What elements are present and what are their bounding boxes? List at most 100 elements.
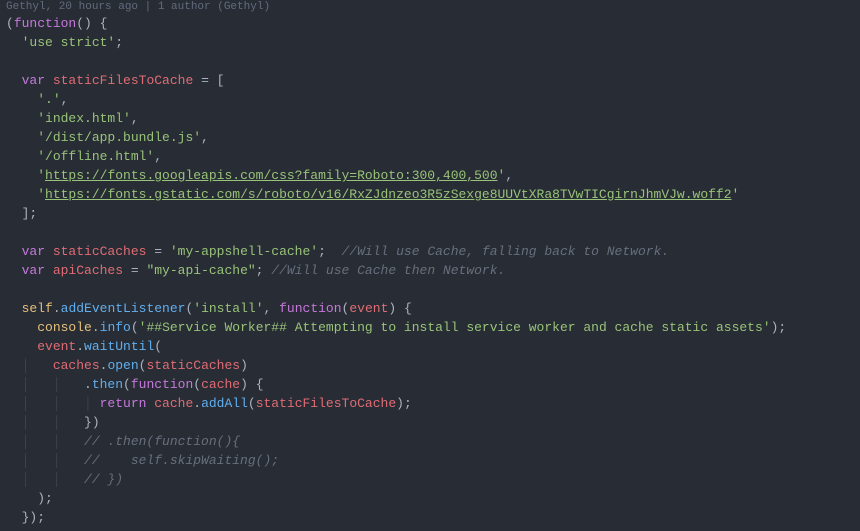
paren: ( (76, 16, 84, 31)
code-line: │ │ .then(function(cache) { (6, 375, 860, 394)
indent-guide (6, 339, 37, 354)
code-line: '/offline.html', (6, 147, 860, 166)
string-literal: '.' (37, 92, 60, 107)
method: waitUntil (84, 339, 154, 354)
identifier: caches (53, 358, 100, 373)
brace: { (404, 301, 412, 316)
string-literal: "my-api-cache" (146, 263, 255, 278)
dot: . (84, 377, 92, 392)
semi: ; (318, 244, 326, 259)
keyword-function: function (14, 16, 76, 31)
paren: ( (193, 377, 201, 392)
dot: . (76, 339, 84, 354)
keyword-function: function (279, 301, 341, 316)
comma: , (201, 130, 209, 145)
url-link[interactable]: https://fonts.googleapis.com/css?family=… (45, 168, 497, 183)
method: open (107, 358, 138, 373)
paren: ( (6, 16, 14, 31)
comment: //Will use Cache, falling back to Networ… (342, 244, 670, 259)
indent-guide (6, 320, 37, 335)
paren: ( (154, 339, 162, 354)
indent-guide (6, 510, 22, 525)
code-line: 'https://fonts.gstatic.com/s/roboto/v16/… (6, 185, 860, 204)
indent-guide (6, 491, 37, 506)
operator-eq: = (146, 244, 169, 259)
keyword-return: return (100, 396, 147, 411)
identifier: cache (201, 377, 240, 392)
code-line: │ │ // .then(function(){ (6, 432, 860, 451)
indent-guide (6, 111, 37, 126)
semi: ; (778, 320, 786, 335)
indent-guide (6, 206, 22, 221)
comment: // }) (84, 472, 123, 487)
identifier: cache (154, 396, 193, 411)
paren: ( (248, 396, 256, 411)
code-line: │ caches.open(staticCaches) (6, 356, 860, 375)
paren: ) (396, 396, 404, 411)
code-line: }); (6, 508, 860, 527)
identifier: event (349, 301, 388, 316)
indent-guide (6, 244, 22, 259)
indent-guide (6, 187, 37, 202)
string-quote: ' (732, 187, 740, 202)
code-line: │ │ // self.skipWaiting(); (6, 451, 860, 470)
string-literal: 'install' (193, 301, 263, 316)
paren: ) (240, 377, 248, 392)
operator-eq: = (193, 73, 216, 88)
code-line: ); (6, 489, 860, 508)
method: addEventListener (61, 301, 186, 316)
code-line: '/dist/app.bundle.js', (6, 128, 860, 147)
indent-guide (6, 73, 22, 88)
code-line: (function() { (6, 14, 860, 33)
dot: . (193, 396, 201, 411)
method: addAll (201, 396, 248, 411)
indent-guide (6, 263, 22, 278)
indent-guide: │ │ (6, 453, 84, 468)
paren: ) (84, 16, 92, 31)
indent-guide: │ │ (6, 415, 84, 430)
identifier: apiCaches (53, 263, 123, 278)
code-editor[interactable]: (function() { 'use strict'; var staticFi… (0, 14, 860, 527)
code-line: console.info('##Service Worker## Attempt… (6, 318, 860, 337)
semi: ; (404, 396, 412, 411)
semi: ; (29, 206, 37, 221)
brace: } (84, 415, 92, 430)
indent-guide: │ (6, 358, 53, 373)
dot: . (53, 301, 61, 316)
code-line: 'use strict'; (6, 33, 860, 52)
paren: ( (123, 377, 131, 392)
bracket: [ (217, 73, 225, 88)
indent-guide: │ │ │ (6, 396, 100, 411)
code-line: var apiCaches = "my-api-cache"; //Will u… (6, 261, 860, 280)
string-use-strict: 'use strict' (22, 35, 116, 50)
identifier-self: self (22, 301, 53, 316)
code-line: │ │ │ return cache.addAll(staticFilesToC… (6, 394, 860, 413)
identifier: event (37, 339, 76, 354)
codelens-annotation[interactable]: Gethyl, 20 hours ago | 1 author (Gethyl) (0, 0, 860, 14)
comment: // self.skipWaiting(); (84, 453, 279, 468)
comma: , (131, 111, 139, 126)
indent-guide (6, 168, 37, 183)
paren: ( (131, 320, 139, 335)
code-line-empty (6, 280, 860, 299)
keyword-var: var (22, 244, 45, 259)
identifier: staticFilesToCache (256, 396, 396, 411)
code-line: ]; (6, 204, 860, 223)
identifier: console (37, 320, 92, 335)
string-literal: '##Service Worker## Attempting to instal… (139, 320, 771, 335)
space (92, 16, 100, 31)
semi: ; (45, 491, 53, 506)
operator-eq: = (123, 263, 146, 278)
paren: ) (37, 491, 45, 506)
keyword-var: var (22, 73, 45, 88)
string-literal: 'my-appshell-cache' (170, 244, 318, 259)
string-literal: '/dist/app.bundle.js' (37, 130, 201, 145)
semi: ; (37, 510, 45, 525)
indent-guide (6, 92, 37, 107)
keyword-var: var (22, 263, 45, 278)
url-link[interactable]: https://fonts.gstatic.com/s/roboto/v16/R… (45, 187, 732, 202)
identifier: staticCaches (146, 358, 240, 373)
comma: , (61, 92, 69, 107)
indent-guide (6, 130, 37, 145)
dot: . (92, 320, 100, 335)
